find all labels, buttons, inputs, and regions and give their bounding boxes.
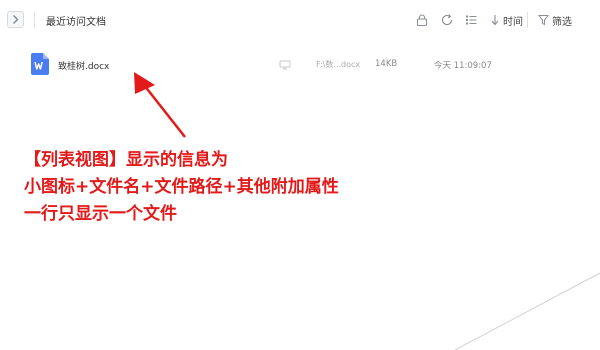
refresh-icon[interactable]	[440, 13, 454, 27]
word-doc-icon	[31, 53, 49, 75]
sort-down-icon	[491, 15, 499, 26]
page-title: 最近访问文档	[46, 17, 106, 28]
sort-label: 时间	[503, 16, 523, 28]
filter-icon	[538, 15, 549, 26]
toolbar-divider	[34, 12, 35, 28]
list-icon[interactable]	[464, 13, 478, 27]
file-path: F:\数...docx	[316, 60, 361, 69]
toolbar-divider	[527, 12, 528, 28]
file-name: 致桂树.docx	[58, 62, 110, 72]
annotation-text: 【列表视图】显示的信息为 小图标+文件名+文件路径+其他附加属性 一行只显示一个…	[24, 147, 339, 228]
filter-button[interactable]: 筛选	[538, 12, 572, 28]
annotation-line: 小图标+文件名+文件路径+其他附加属性	[24, 177, 339, 197]
file-row[interactable]: 致桂树.docx F:\数...docx 14KB 今天 11:09:07	[20, 50, 580, 80]
device-icon	[279, 60, 291, 70]
annotation-line: 一行只显示一个文件	[24, 204, 177, 224]
toolbar: 最近访问文档 时间 筛选	[0, 0, 600, 40]
file-size: 14KB	[375, 59, 398, 69]
lock-icon[interactable]	[415, 13, 429, 27]
chevron-right-icon	[13, 15, 19, 24]
filter-label: 筛选	[552, 16, 572, 28]
sort-by-time-button[interactable]: 时间	[490, 12, 523, 28]
back-button[interactable]	[7, 11, 24, 28]
file-time: 今天 11:09:07	[434, 61, 492, 71]
annotation-line: 【列表视图】显示的信息为	[24, 150, 228, 170]
